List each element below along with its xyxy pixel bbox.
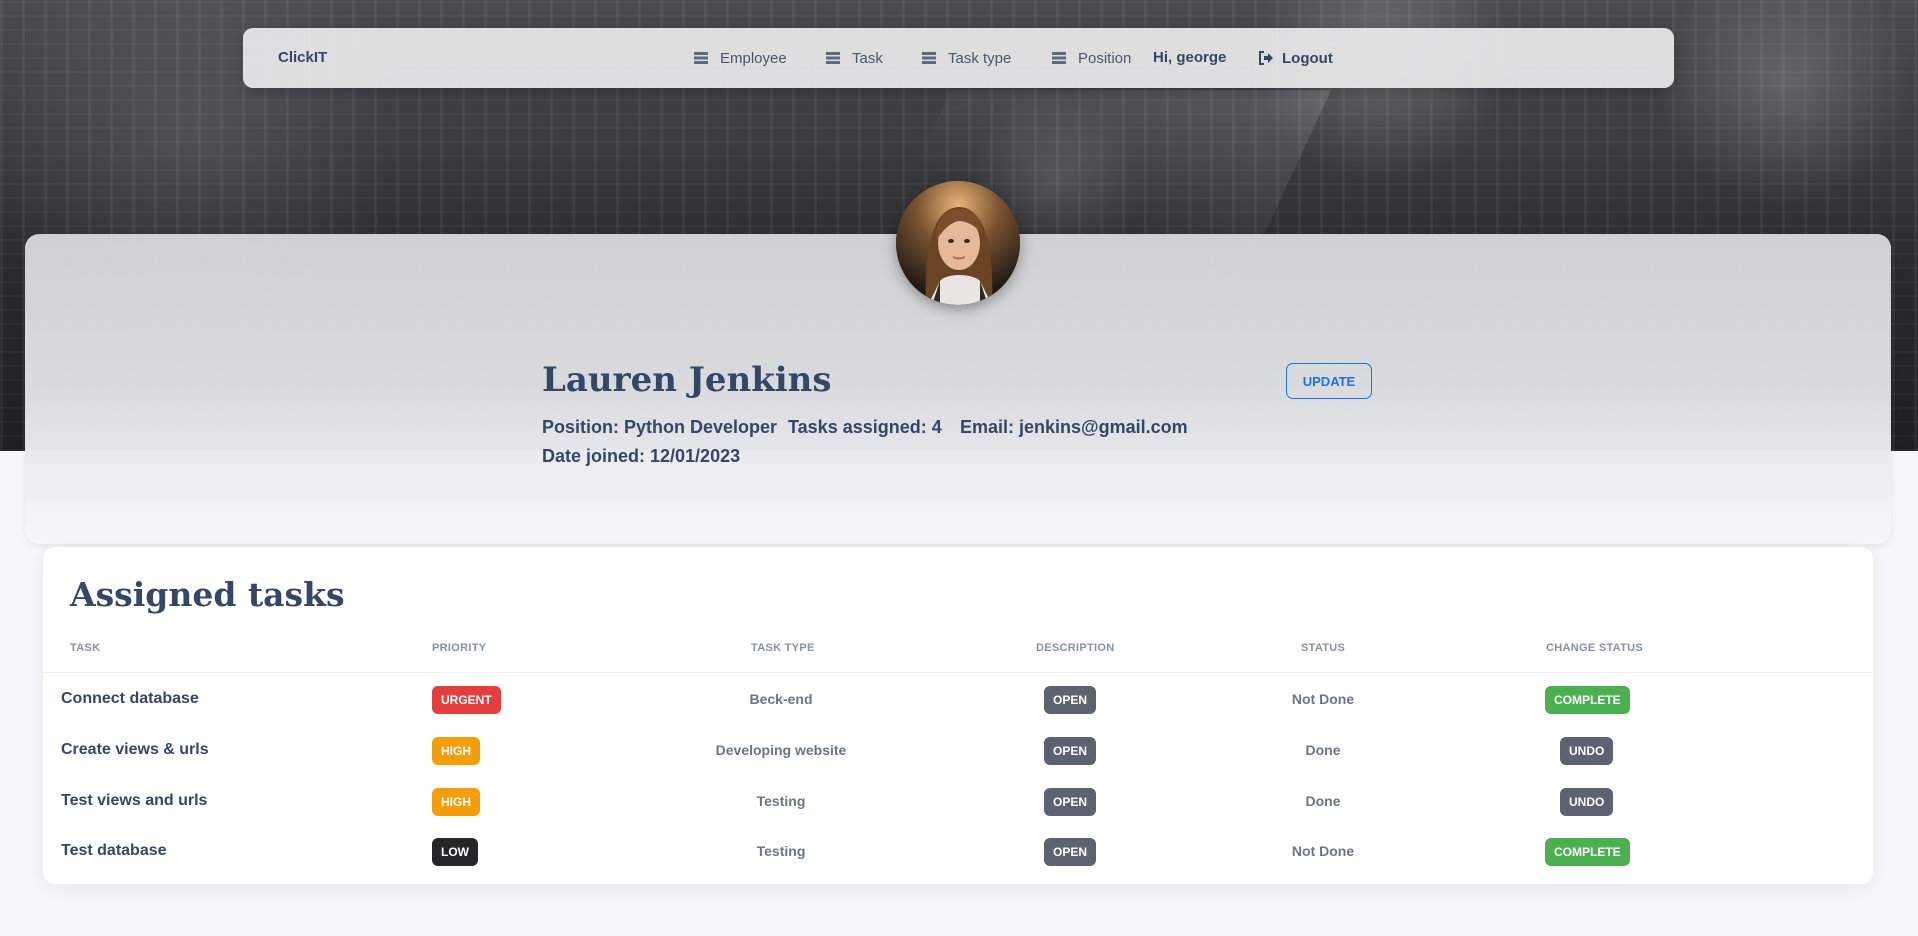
nav-item-label: Employee	[720, 49, 787, 67]
priority-badge: LOW	[432, 838, 478, 866]
table-row: Test views and urls HIGH Testing OPEN Do…	[43, 776, 1873, 826]
undo-button[interactable]: UNDO	[1560, 737, 1614, 765]
task-type: Beck-end	[749, 691, 813, 707]
undo-button[interactable]: UNDO	[1560, 788, 1614, 816]
logout-icon	[1258, 51, 1274, 65]
table-row: Test database LOW Testing OPEN Not Done …	[43, 826, 1873, 876]
nav-item-position[interactable]: Position	[1052, 28, 1131, 88]
logout-label: Logout	[1282, 49, 1333, 67]
section-title: Assigned tasks	[70, 575, 345, 614]
column-header-status: STATUS	[1301, 642, 1346, 654]
nav-item-task-type[interactable]: Task type	[922, 28, 1011, 88]
complete-button[interactable]: COMPLETE	[1545, 686, 1630, 714]
table-row: Connect database URGENT Beck-end OPEN No…	[43, 674, 1873, 724]
navbar: ClickIT Employee Task Task type Position…	[243, 28, 1674, 88]
brand-logo[interactable]: ClickIT	[278, 28, 327, 88]
task-status: Done	[1305, 793, 1341, 809]
description-badge[interactable]: OPEN	[1044, 686, 1097, 714]
list-icon	[922, 52, 936, 64]
task-name: Test views and urls	[61, 792, 208, 809]
column-header-description: DESCRIPTION	[1036, 642, 1115, 654]
list-icon	[694, 52, 708, 64]
task-type: Developing website	[715, 742, 847, 758]
column-header-priority: PRIORITY	[432, 642, 487, 654]
employee-email: Email: jenkins@gmail.com	[960, 417, 1188, 437]
task-name: Create views & urls	[61, 741, 209, 758]
nav-item-label: Task	[852, 49, 883, 67]
table-row: Create views & urls HIGH Developing webs…	[43, 725, 1873, 775]
task-status: Not Done	[1291, 843, 1355, 859]
nav-item-task[interactable]: Task	[826, 28, 883, 88]
priority-badge: URGENT	[432, 686, 501, 714]
table-header-divider	[43, 672, 1873, 673]
nav-item-employee[interactable]: Employee	[694, 28, 787, 88]
tasks-assigned-count: Tasks assigned: 4	[788, 417, 942, 437]
logout-button[interactable]: Logout	[1258, 28, 1333, 88]
employee-position: Position: Python Developer	[542, 417, 778, 437]
user-greeting: Hi, george	[1153, 49, 1227, 66]
task-type: Testing	[756, 793, 806, 809]
description-badge[interactable]: OPEN	[1044, 838, 1097, 866]
complete-button[interactable]: COMPLETE	[1545, 838, 1630, 866]
avatar	[896, 181, 1020, 305]
nav-item-label: Task type	[948, 49, 1012, 67]
priority-badge: HIGH	[432, 737, 480, 765]
column-header-change-status: CHANGE STATUS	[1546, 642, 1643, 654]
employee-name: Lauren Jenkins	[542, 360, 832, 400]
list-icon	[826, 52, 840, 64]
list-icon	[1052, 52, 1066, 64]
task-name: Connect database	[61, 690, 199, 707]
update-button[interactable]: UPDATE	[1286, 363, 1372, 399]
task-status: Done	[1305, 742, 1341, 758]
description-badge[interactable]: OPEN	[1044, 788, 1097, 816]
assigned-tasks-card: Assigned tasks TASK PRIORITY TASK TYPE D…	[43, 547, 1873, 884]
task-name: Test database	[61, 842, 167, 859]
priority-badge: HIGH	[432, 788, 480, 816]
column-header-task-type: TASK TYPE	[751, 642, 815, 654]
task-type: Testing	[756, 843, 806, 859]
date-joined: Date joined: 12/01/2023	[542, 446, 741, 466]
nav-item-label: Position	[1078, 49, 1132, 67]
description-badge[interactable]: OPEN	[1044, 737, 1097, 765]
column-header-task: TASK	[70, 642, 101, 654]
avatar-portrait	[896, 181, 1020, 305]
task-status: Not Done	[1291, 691, 1355, 707]
